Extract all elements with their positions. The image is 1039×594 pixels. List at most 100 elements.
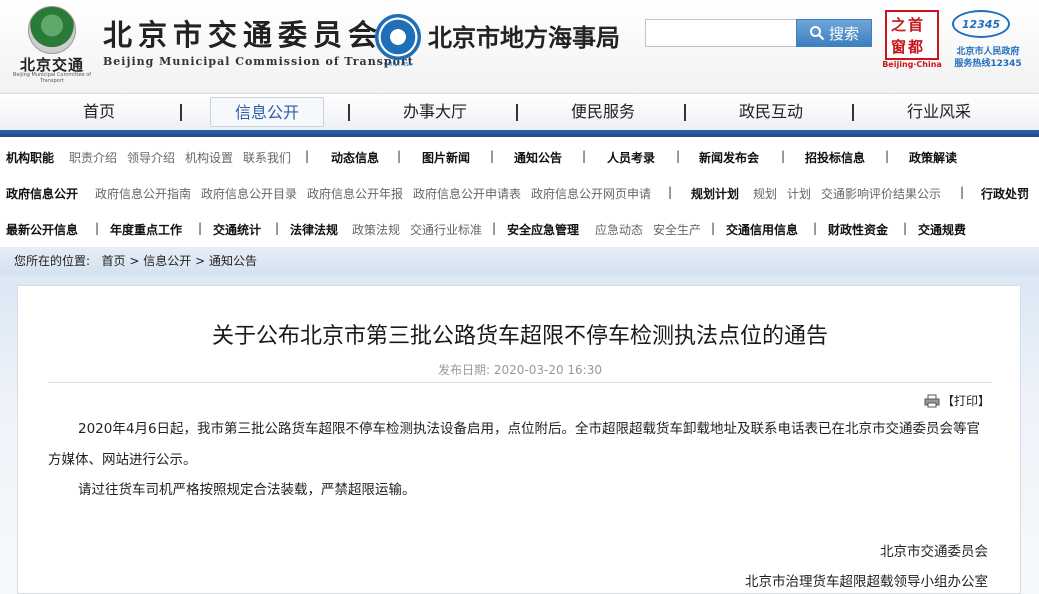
nav-separator [348,104,350,121]
search-button[interactable]: 搜索 [796,19,872,47]
shoudu-row2: 窗都 [891,38,926,56]
subnav-separator: | [198,221,203,235]
subnav-row-3: 最新公开信息 | 年度重点工作 | 交通统计 | 法律法规 政策法规 交通行业标… [0,209,1039,245]
logo-subtext: Beijing Municipal Committee of Transport [12,72,92,84]
shoudu-window-logo[interactable]: 之首 窗都 [885,10,939,60]
title-divider [48,382,992,383]
shoudu-subtext: Beijing·China [882,60,942,69]
hotline-line2: 服务热线12345 [954,59,1022,69]
subnav-schedule[interactable]: 计划 [787,185,811,202]
breadcrumb-separator: > [129,254,140,268]
nav-separator [180,104,182,121]
print-label: 【打印】 [942,394,991,408]
subnav-separator: | [305,149,310,163]
sub-nav: 机构职能 职责介绍 领导介绍 机构设置 联系我们 | 动态信息 | 图片新闻 |… [0,137,1039,247]
subnav-separator: | [668,185,673,199]
article-paragraph-2: 请过往货车司机严格按照规定合法装载，严禁超限运输。 [78,482,416,498]
subnav-gov-info[interactable]: 政府信息公开 [6,185,78,202]
nav-underline-bar [0,130,1039,137]
subnav-statistics[interactable]: 交通统计 [213,221,261,238]
subnav-recruitment[interactable]: 人员考录 [607,149,655,166]
nav-separator [852,104,854,121]
signature-commission: 北京市交通委员会 [880,544,988,560]
subnav-separator: | [275,221,280,235]
publish-date: 发布日期: 2020-03-20 16:30 [438,363,602,377]
subnav-gov-info-web[interactable]: 政府信息公开网页申请 [531,185,651,202]
subnav-fiscal-funds[interactable]: 财政性资金 [828,221,888,238]
site-header: 北京交通 Beijing Municipal Committee of Tran… [0,0,1039,93]
subnav-leaders[interactable]: 领导介绍 [127,149,175,166]
subnav-org-functions[interactable]: 机构职能 [6,149,54,166]
subnav-gov-info-form[interactable]: 政府信息公开申请表 [413,185,521,202]
nav-home[interactable]: 首页 [60,97,138,127]
msa-badge-subtext: CHINA MSA [383,62,413,68]
search-button-label: 搜索 [828,24,859,43]
shoudu-row1: 之首 [891,16,926,34]
subnav-traffic-impact[interactable]: 交通影响评价结果公示 [821,185,941,202]
subnav-latest[interactable]: 最新公开信息 [6,221,78,238]
site-logo[interactable]: 北京交通 Beijing Municipal Committee of Tran… [12,6,92,84]
subnav-separator: | [492,221,497,235]
subnav-notices[interactable]: 通知公告 [514,149,562,166]
org-name-cn: 北京市交通委员会 [103,18,384,52]
breadcrumb-info-disclosure[interactable]: 信息公开 [143,254,191,268]
subnav-separator: | [490,149,495,163]
subnav-policy-interpretation[interactable]: 政策解读 [909,149,957,166]
subnav-separator: | [711,221,716,235]
subnav-annual-work[interactable]: 年度重点工作 [110,221,182,238]
subnav-dynamic-info[interactable]: 动态信息 [331,149,379,166]
subnav-credit-info[interactable]: 交通信用信息 [726,221,798,238]
subnav-row-1: 机构职能 职责介绍 领导介绍 机构设置 联系我们 | 动态信息 | 图片新闻 |… [0,137,1039,173]
print-button[interactable]: 【打印】 [924,392,990,409]
subnav-emergency-news[interactable]: 应急动态 [595,221,643,238]
nav-separator [684,104,686,121]
subnav-separator: | [960,185,965,199]
subnav-separator: | [397,149,402,163]
subnav-separator: | [582,149,587,163]
subnav-separator: | [781,149,786,163]
subnav-industry-standards[interactable]: 交通行业标准 [410,221,482,238]
subnav-policy-laws[interactable]: 政策法规 [352,221,400,238]
nav-industry[interactable]: 行业风采 [898,97,980,127]
subnav-contact[interactable]: 联系我们 [243,149,291,166]
nav-separator [516,104,518,121]
subnav-structure[interactable]: 机构设置 [185,149,233,166]
logo-emblem-icon [28,6,76,54]
breadcrumb-label: 您所在的位置: [14,254,91,268]
subnav-fees[interactable]: 交通规费 [918,221,966,238]
search-input[interactable] [645,19,797,47]
breadcrumb: 您所在的位置: 首页 > 信息公开 > 通知公告 [0,247,1039,275]
subnav-separator: | [885,149,890,163]
breadcrumb-separator: > [195,254,206,268]
subnav-separator: | [676,149,681,163]
subnav-duties[interactable]: 职责介绍 [69,149,117,166]
msa-name[interactable]: 北京市地方海事局 [428,18,620,53]
subnav-plan[interactable]: 规划 [753,185,777,202]
subnav-gov-info-catalog[interactable]: 政府信息公开目录 [201,185,297,202]
hotline-badge[interactable]: 12345 [952,10,1010,38]
article-panel: 关于公布北京市第三批公路货车超限不停车检测执法点位的通告 发布日期: 2020-… [17,285,1021,594]
nav-info-disclosure[interactable]: 信息公开 [210,97,324,127]
subnav-gov-info-annual[interactable]: 政府信息公开年报 [307,185,403,202]
subnav-separator: | [813,221,818,235]
subnav-press-conference[interactable]: 新闻发布会 [699,149,759,166]
subnav-gov-info-guide[interactable]: 政府信息公开指南 [95,185,191,202]
nav-service-hall[interactable]: 办事大厅 [394,97,476,127]
subnav-separator: | [903,221,908,235]
subnav-safety-emergency[interactable]: 安全应急管理 [507,221,579,238]
nav-convenience[interactable]: 便民服务 [562,97,644,127]
breadcrumb-home[interactable]: 首页 [102,254,126,268]
main-nav: 首页 信息公开 办事大厅 便民服务 政民互动 行业风采 [0,93,1039,130]
org-name-en: Beijing Municipal Commission of Transpor… [103,55,414,68]
subnav-admin-penalty[interactable]: 行政处罚 [981,185,1029,202]
msa-emblem-icon[interactable] [375,14,421,60]
subnav-laws[interactable]: 法律法规 [290,221,338,238]
subnav-safe-production[interactable]: 安全生产 [653,221,701,238]
subnav-bidding[interactable]: 招投标信息 [805,149,865,166]
printer-icon [924,394,940,407]
breadcrumb-notices[interactable]: 通知公告 [209,254,257,268]
nav-interaction[interactable]: 政民互动 [730,97,812,127]
subnav-photo-news[interactable]: 图片新闻 [422,149,470,166]
subnav-planning[interactable]: 规划计划 [691,185,739,202]
subnav-row-2: 政府信息公开 政府信息公开指南 政府信息公开目录 政府信息公开年报 政府信息公开… [0,173,1039,209]
